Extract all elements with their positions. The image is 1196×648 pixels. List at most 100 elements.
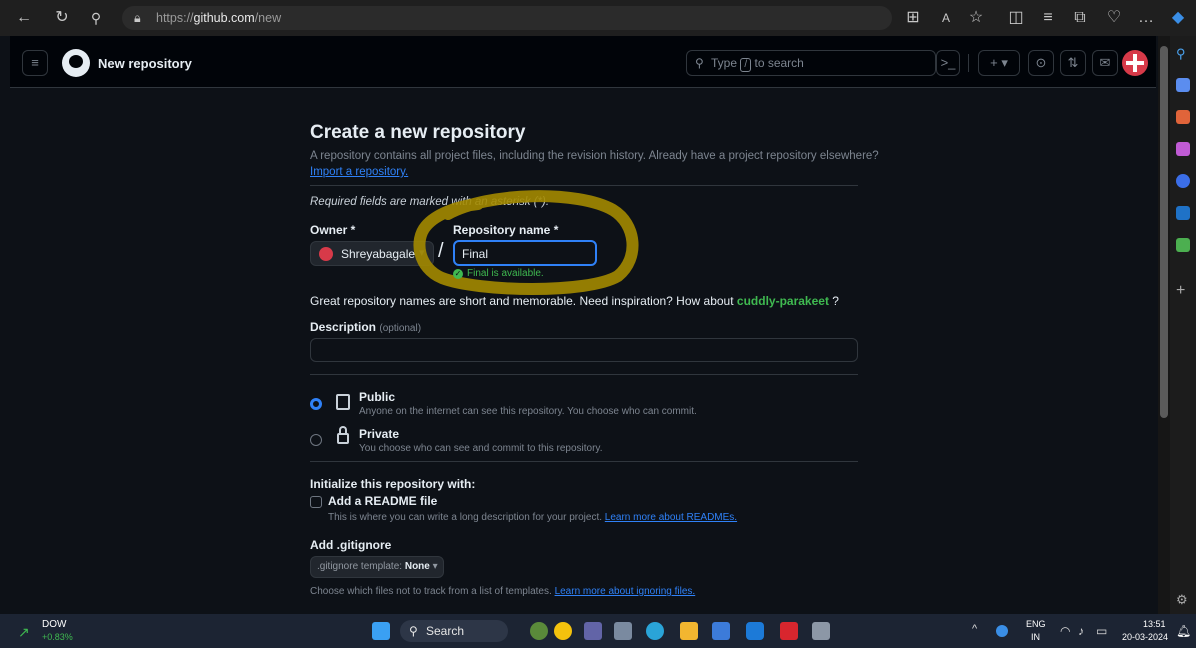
readme-label: Add a README file	[328, 494, 438, 508]
edge-sidebar: ⚲ + ⚙	[1170, 36, 1196, 614]
menu-icon[interactable]: ≡	[22, 50, 48, 76]
sidebar-add-icon[interactable]: +	[1176, 282, 1190, 299]
import-repository-link[interactable]: Import a repository.	[310, 166, 408, 178]
favorite-star-icon[interactable]: ☆	[966, 8, 986, 28]
search-suffix: to search	[754, 56, 804, 70]
heart-icon[interactable]: ♡	[1104, 8, 1124, 28]
battery-icon[interactable]: ▭	[1096, 624, 1107, 638]
clock-date: 20-03-2024	[1122, 632, 1169, 642]
read-aloud-icon[interactable]: A	[936, 8, 956, 28]
description-input[interactable]	[310, 338, 858, 362]
mcafee-icon[interactable]	[780, 622, 798, 640]
dell-icon[interactable]	[746, 622, 764, 640]
grid-icon[interactable]: ⊞	[903, 8, 923, 28]
url-host: github.com	[193, 11, 255, 25]
refresh-icon[interactable]: ↻	[52, 8, 72, 28]
divider	[310, 374, 858, 375]
init-heading: Initialize this repository with:	[310, 477, 476, 491]
owner-label: Owner *	[310, 223, 356, 237]
search-key: /	[740, 58, 752, 72]
create-new-button[interactable]: + ▾	[978, 50, 1020, 76]
split-screen-icon[interactable]: ◫	[1006, 8, 1026, 28]
owner-value: Shreyabagale	[341, 247, 416, 261]
scrollbar-thumb[interactable]	[1160, 46, 1168, 418]
sidebar-drop-icon[interactable]	[1176, 238, 1190, 252]
lock-icon: 🔒︎	[134, 11, 141, 25]
public-radio[interactable]	[310, 398, 322, 410]
notepad-icon[interactable]	[812, 622, 830, 640]
favorites-list-icon[interactable]: ≡	[1038, 8, 1058, 28]
notification-bell-icon[interactable]: 🔔︎	[1176, 624, 1191, 638]
private-label: Private	[359, 427, 400, 441]
availability-message: Final is available.	[467, 268, 544, 279]
file-explorer-icon[interactable]	[680, 622, 698, 640]
back-arrow-icon[interactable]: ←	[14, 8, 34, 28]
readme-checkbox[interactable]	[310, 496, 322, 508]
page-title: New repository	[98, 56, 192, 71]
private-radio[interactable]	[310, 434, 322, 446]
stock-trend-icon: ↗	[18, 624, 30, 640]
gitignore-description: Choose which files not to track from a l…	[310, 586, 696, 597]
browser-toolbar: ← ↻ ⚲ 🔒︎ https://github.com/new ⊞ A ☆ ◫ …	[0, 0, 1196, 36]
readme-description: This is where you can write a long descr…	[328, 512, 738, 523]
description-label: Description (optional)	[310, 320, 422, 334]
public-label: Public	[359, 390, 396, 404]
gitignore-select[interactable]: .gitignore template: None ▾	[310, 556, 444, 578]
search-icon[interactable]: ⚲	[86, 8, 106, 28]
public-description: Anyone on the internet can see this repo…	[359, 406, 697, 417]
chevron-up-icon[interactable]: ^	[972, 623, 977, 635]
task-view-icon[interactable]	[614, 622, 632, 640]
name-suggestion: Great repository names are short and mem…	[310, 294, 839, 308]
divider	[310, 185, 858, 186]
url-scheme: https://	[156, 11, 194, 25]
widgets-icon[interactable]	[530, 622, 548, 640]
github-logo-icon[interactable]	[62, 49, 90, 77]
pull-requests-icon[interactable]: ⇅	[1060, 50, 1086, 76]
address-bar[interactable]: 🔒︎ https://github.com/new	[122, 6, 892, 30]
search-input[interactable]: ⚲ Type / to search	[686, 50, 936, 76]
chevron-down-icon: ▾	[432, 561, 438, 572]
copilot-icon[interactable]: ◆	[1168, 8, 1188, 28]
avatar[interactable]	[1122, 50, 1148, 76]
onedrive-icon[interactable]	[996, 625, 1008, 637]
inbox-icon[interactable]: ✉	[1092, 50, 1118, 76]
sidebar-people-icon[interactable]	[1176, 142, 1190, 156]
sidebar-tools-icon[interactable]	[1176, 110, 1190, 124]
suggested-name-link[interactable]: cuddly-parakeet	[737, 294, 829, 308]
edge-icon[interactable]	[646, 622, 664, 640]
language-bottom: IN	[1031, 632, 1040, 642]
sidebar-tag-icon[interactable]	[1176, 78, 1190, 92]
search-icon: ⚲	[409, 624, 418, 638]
page-heading: Create a new repository	[310, 122, 526, 143]
gitignore-select-text: .gitignore template: None ▾	[317, 561, 438, 572]
sidebar-settings-gear-icon[interactable]: ⚙	[1176, 592, 1190, 607]
teams-icon[interactable]	[584, 622, 602, 640]
clock-time[interactable]: 13:51	[1143, 619, 1166, 629]
weather-icon[interactable]	[554, 622, 572, 640]
repo-name-label: Repository name *	[453, 223, 559, 237]
stock-name[interactable]: DOW	[42, 619, 66, 630]
language-top[interactable]: ENG	[1026, 619, 1046, 629]
sidebar-outlook-icon[interactable]	[1176, 206, 1190, 220]
repo-name-input[interactable]: Final	[453, 240, 597, 266]
readme-learn-more-link[interactable]: Learn more about READMEs.	[605, 512, 737, 523]
wifi-icon[interactable]: ◠	[1060, 624, 1070, 638]
repo-icon	[336, 394, 350, 410]
url-path: /new	[254, 11, 282, 25]
command-palette-icon[interactable]: >_	[936, 50, 960, 76]
windows-start-icon[interactable]	[372, 622, 390, 640]
sidebar-search-icon[interactable]: ⚲	[1176, 46, 1190, 61]
gitignore-learn-more-link[interactable]: Learn more about ignoring files.	[555, 586, 696, 597]
sidebar-copilot-icon[interactable]	[1176, 174, 1190, 188]
windows-taskbar: ↗ DOW +0.83% ⚲ Search ^ ENG IN ◠ ♪ ▭ 13:…	[0, 614, 1196, 648]
search-prefix: Type	[711, 56, 738, 70]
owner-avatar	[319, 247, 333, 261]
check-circle-icon: ✓	[453, 269, 463, 279]
more-icon[interactable]: …	[1136, 8, 1156, 28]
repo-name-value: Final	[462, 247, 489, 261]
store-icon[interactable]	[712, 622, 730, 640]
volume-icon[interactable]: ♪	[1078, 624, 1084, 638]
collections-icon[interactable]: ⧉	[1070, 8, 1090, 28]
issues-icon[interactable]: ⊙	[1028, 50, 1054, 76]
taskbar-search-box[interactable]: ⚲ Search	[400, 620, 508, 642]
